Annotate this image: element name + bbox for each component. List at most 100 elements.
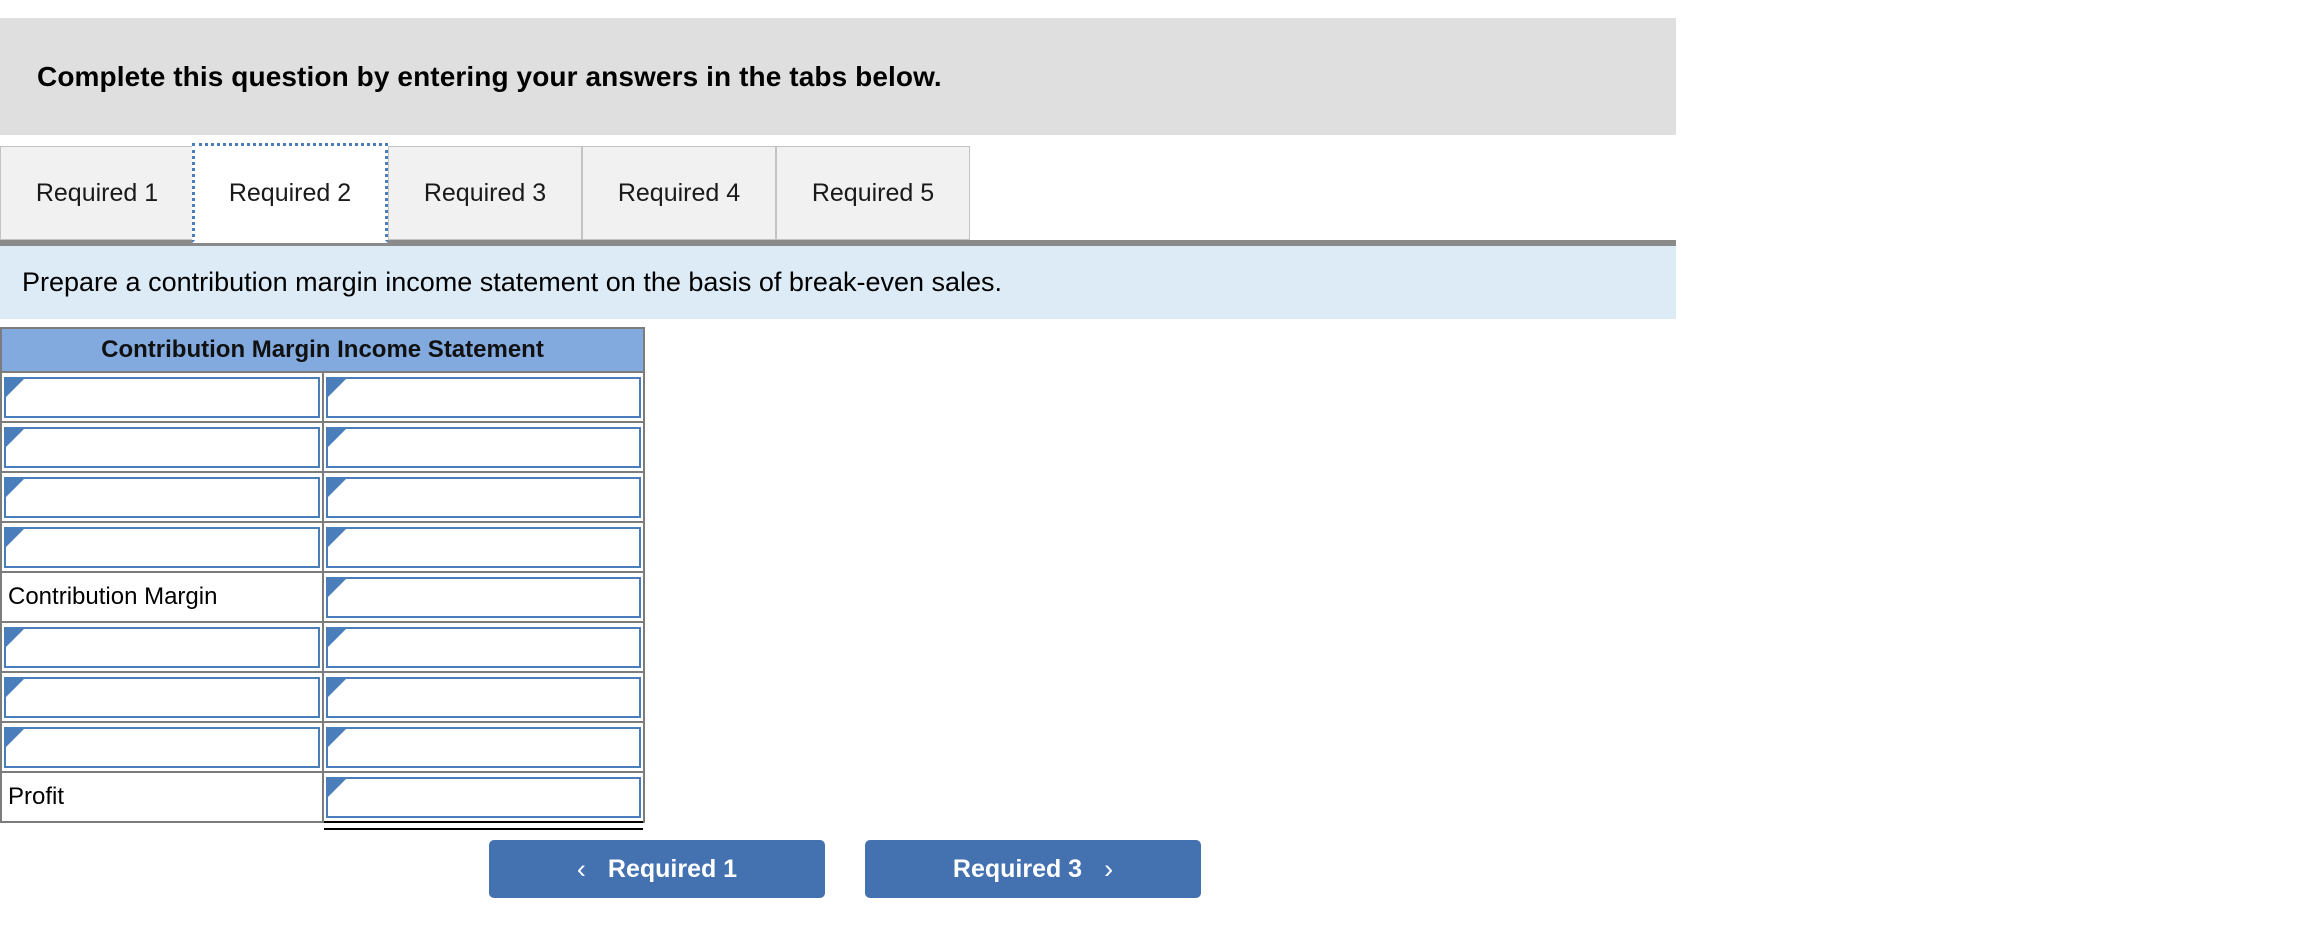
total-double-rule xyxy=(323,821,643,830)
dropdown-marker-icon xyxy=(327,478,346,497)
amount-cell xyxy=(321,572,645,623)
amount-input-4[interactable] xyxy=(325,576,641,618)
statement-title: Contribution Margin Income Statement xyxy=(0,327,645,373)
tab-label: Required 3 xyxy=(423,178,547,207)
account-label-value xyxy=(6,729,318,735)
previous-button-label: Required 1 xyxy=(607,854,738,883)
account-label-value xyxy=(6,529,318,535)
amount-value xyxy=(328,429,640,435)
account-static-label: Profit xyxy=(8,783,65,810)
dropdown-marker-icon xyxy=(327,578,346,597)
dropdown-marker-icon xyxy=(327,378,346,397)
account-label-dropdown-0[interactable] xyxy=(4,376,320,418)
tab-required-3[interactable]: Required 3 xyxy=(388,146,582,240)
tab-label: Required 1 xyxy=(35,178,159,207)
dropdown-marker-icon xyxy=(6,528,24,547)
account-label-cell xyxy=(0,522,324,573)
account-label-value xyxy=(6,379,318,385)
dropdown-marker-icon xyxy=(6,728,24,747)
dropdown-marker-icon xyxy=(327,778,346,797)
tab-required-4[interactable]: Required 4 xyxy=(582,146,776,240)
dropdown-marker-icon xyxy=(6,378,24,397)
next-button-label: Required 3 xyxy=(952,854,1083,883)
table-row xyxy=(0,722,645,776)
banner-instruction-text: Complete this question by entering your … xyxy=(37,60,942,92)
previous-requirement-button[interactable]: ‹ Required 1 xyxy=(489,840,825,898)
dropdown-marker-icon xyxy=(6,678,24,697)
account-label-cell xyxy=(0,672,324,723)
amount-input-3[interactable] xyxy=(325,526,641,568)
chevron-right-icon: › xyxy=(1104,853,1114,884)
amount-cell xyxy=(321,422,645,473)
account-static-label: Contribution Margin xyxy=(8,583,218,610)
amount-input-7[interactable] xyxy=(325,726,641,768)
account-label-value xyxy=(6,479,318,485)
account-label-dropdown-1[interactable] xyxy=(4,426,320,468)
amount-value xyxy=(328,479,640,485)
amount-input-2[interactable] xyxy=(325,476,641,518)
table-header-row: Contribution Margin Income Statement xyxy=(0,327,645,373)
tab-required-1[interactable]: Required 1 xyxy=(0,146,194,240)
amount-input-8[interactable] xyxy=(325,776,641,818)
requirement-instruction-text: Prepare a contribution margin income sta… xyxy=(22,267,1003,297)
table-row xyxy=(0,472,645,523)
table-row xyxy=(0,372,645,423)
account-label-dropdown-3[interactable] xyxy=(4,526,320,568)
account-label-dropdown-5[interactable] xyxy=(4,626,320,668)
tab-required-5[interactable]: Required 5 xyxy=(776,146,970,240)
account-label-cell xyxy=(0,422,324,473)
dropdown-marker-icon xyxy=(327,678,346,697)
amount-value xyxy=(328,379,640,385)
amount-cell xyxy=(321,522,645,576)
account-label-dropdown-6[interactable] xyxy=(4,676,320,718)
table-row xyxy=(0,422,645,473)
table-row xyxy=(0,522,645,576)
dropdown-marker-icon xyxy=(327,528,346,547)
amount-input-0[interactable] xyxy=(325,376,641,418)
table-row xyxy=(0,672,645,723)
account-label-dropdown-7[interactable] xyxy=(4,726,320,768)
table-row xyxy=(0,622,645,673)
amount-input-1[interactable] xyxy=(325,426,641,468)
tab-label: Required 5 xyxy=(811,178,935,207)
account-label-cell xyxy=(0,472,324,523)
amount-cell xyxy=(321,622,645,673)
account-label-cell xyxy=(0,372,324,423)
table-row: Profit xyxy=(0,772,645,830)
account-static-label-cell: Profit xyxy=(0,772,324,823)
table-row: Contribution Margin xyxy=(0,572,645,623)
amount-value xyxy=(328,779,640,785)
tab-label: Required 2 xyxy=(228,178,352,207)
dropdown-marker-icon xyxy=(6,478,24,497)
amount-input-6[interactable] xyxy=(325,676,641,718)
amount-value xyxy=(328,529,640,535)
amount-cell xyxy=(321,722,645,776)
account-label-dropdown-2[interactable] xyxy=(4,476,320,518)
account-label-value xyxy=(6,679,318,685)
next-requirement-button[interactable]: Required 3 › xyxy=(865,840,1201,898)
requirement-tabs: Required 1 Required 2 Required 3 Require… xyxy=(0,143,1676,243)
requirement-instruction-bar: Prepare a contribution margin income sta… xyxy=(0,243,1676,319)
account-label-value xyxy=(6,629,318,635)
amount-input-5[interactable] xyxy=(325,626,641,668)
tab-required-2[interactable]: Required 2 xyxy=(192,143,388,243)
account-static-label-cell: Contribution Margin xyxy=(0,572,324,623)
amount-cell xyxy=(321,672,645,723)
dropdown-marker-icon xyxy=(6,428,24,447)
amount-value xyxy=(328,679,640,685)
dropdown-marker-icon xyxy=(327,728,346,747)
amount-value xyxy=(328,579,640,585)
statement-body: Contribution Margin Profit xyxy=(0,372,645,830)
chevron-left-icon: ‹ xyxy=(576,853,586,884)
dropdown-marker-icon xyxy=(6,628,24,647)
account-label-value xyxy=(6,429,318,435)
navigation-bar: ‹ Required 1 Required 3 › xyxy=(0,840,1676,910)
amount-cell xyxy=(321,772,645,830)
account-label-cell xyxy=(0,622,324,673)
dropdown-marker-icon xyxy=(327,428,346,447)
contribution-margin-statement-table: Contribution Margin Income Statement Con… xyxy=(0,327,645,830)
tab-label: Required 4 xyxy=(617,178,741,207)
account-label-cell xyxy=(0,722,324,773)
question-banner: Complete this question by entering your … xyxy=(0,18,1676,135)
amount-cell xyxy=(321,372,645,423)
